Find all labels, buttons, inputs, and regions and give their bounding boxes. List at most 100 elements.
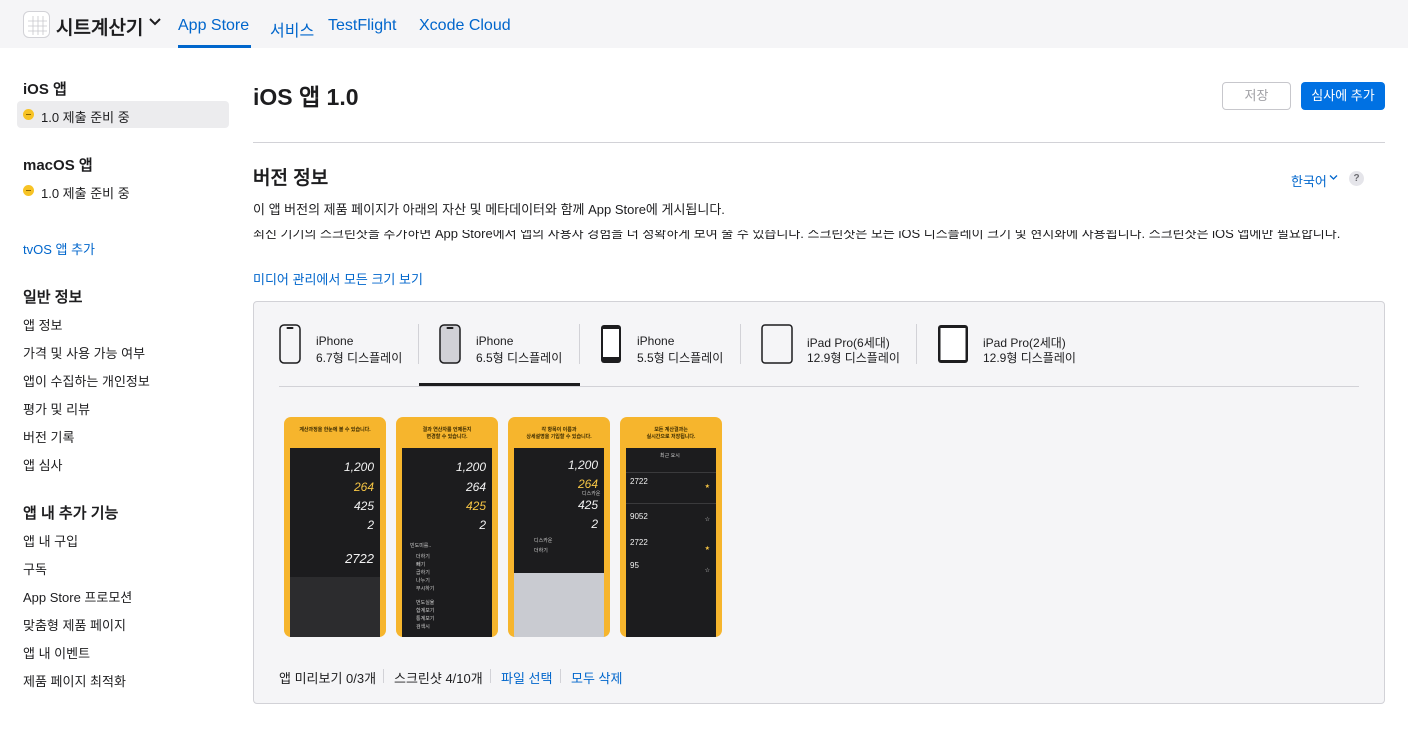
language-select[interactable]: 한국어: [1291, 171, 1327, 190]
screenshot-caption: 계산과정을 한눈에 볼 수 있습니다.: [299, 427, 371, 433]
submit-for-review-button[interactable]: 심사에 추가: [1301, 82, 1385, 110]
tab-label: iPhone: [316, 334, 354, 348]
screenshot-note-text: 최신 기기의 스크린샷을 추가하면 App Store에서 앱의 사용자 경험을…: [253, 230, 1341, 241]
menu-item: 번도실율: [416, 600, 435, 606]
history-value: 95: [630, 561, 639, 570]
menu-item: 합계보기: [416, 608, 435, 614]
item-note: 디스카운: [582, 491, 601, 497]
nav-app-store[interactable]: App Store: [178, 17, 249, 35]
calc-value: 2: [591, 517, 598, 531]
menu-item: 빈도미를..: [410, 543, 432, 549]
sidebar-ios-heading: iOS 앱: [23, 81, 67, 98]
chevron-down-icon[interactable]: [1329, 174, 1338, 181]
sidebar-item-subscriptions[interactable]: 구독: [23, 559, 47, 578]
sidebar-item-version-history[interactable]: 버전 기록: [23, 427, 74, 446]
screenshot-note: 최신 기기의 스크린샷을 추가하면 App Store에서 앱의 사용자 경험을…: [253, 230, 1385, 245]
calc-value: 264: [577, 477, 598, 491]
menu-item: 디스카운: [534, 538, 553, 544]
calc-value: 425: [465, 499, 486, 513]
sidebar-item-macos-version[interactable]: 1.0 제출 준비 중: [41, 183, 130, 202]
sidebar-item-events[interactable]: 앱 내 이벤트: [23, 643, 90, 662]
calc-value: 264: [353, 480, 374, 494]
tab-sublabel: 5.5형 디스플레이: [637, 351, 724, 365]
tab-iphone-65[interactable]: iPhone 6.5형 디스플레이: [419, 320, 580, 384]
calc-value: 1,200: [455, 460, 486, 474]
star-icon: ★: [704, 546, 710, 552]
media-manager-link[interactable]: 미디어 관리에서 모든 크기 보기: [253, 269, 423, 288]
tab-active-indicator: [419, 383, 580, 386]
sidebar-iap-heading: 앱 내 추가 기능: [23, 505, 119, 522]
tab-iphone-55[interactable]: iPhone 5.5형 디스플레이: [580, 320, 741, 384]
nav-testflight[interactable]: TestFlight: [328, 17, 396, 35]
menu-item: 무시하기: [416, 586, 435, 592]
sidebar-item-privacy[interactable]: 앱이 수집하는 개인정보: [23, 371, 150, 390]
delete-all-button[interactable]: 모두 삭제: [571, 668, 622, 687]
status-dot-icon: [23, 109, 34, 120]
header-divider: [253, 142, 1385, 143]
sidebar-item-ratings[interactable]: 평가 및 리뷰: [23, 399, 90, 418]
page-title: iOS 앱 1.0: [253, 84, 359, 110]
tab-ipad-pro-6[interactable]: iPad Pro(6세대) 12.9형 디스플레이: [741, 320, 916, 384]
calc-value: 425: [577, 498, 598, 512]
history-value: 9052: [630, 512, 648, 521]
menu-item: 곱하기: [416, 570, 430, 576]
sidebar-item-iap[interactable]: 앱 내 구입: [23, 531, 78, 550]
sidebar-item-label[interactable]: 1.0 제출 준비 중: [41, 107, 130, 126]
screenshot-thumbnail[interactable]: 계산과정을 한눈에 볼 수 있습니다. 1,200 264 425 2 2722: [284, 417, 386, 637]
calc-value: 2: [367, 518, 374, 532]
menu-item: 나누기: [416, 578, 430, 584]
iphone-icon: [601, 325, 621, 363]
star-icon: ★: [704, 484, 710, 490]
screenshot-thumbnail[interactable]: 각 항목이 이름과 상세설명을 기입할 수 있습니다. 1,200 264 디스…: [508, 417, 610, 637]
screenshot-screen: 최근 요시 2722 ★ 9052 ☆ 2722 ★ 95 ☆: [626, 448, 716, 637]
tab-sublabel: 12.9형 디스플레이: [807, 351, 900, 365]
nav-services[interactable]: 서비스: [270, 17, 314, 41]
save-button[interactable]: 저장: [1222, 82, 1291, 110]
screenshot-thumbnail[interactable]: 모든 계산결과는 실시간으로 저장됩니다. 최근 요시 2722 ★ 9052 …: [620, 417, 722, 637]
screen-header: 최근 요시: [660, 453, 680, 459]
sidebar-macos-heading: macOS 앱: [23, 157, 93, 174]
menu-item: 더하기: [416, 554, 430, 560]
sidebar-item-pricing[interactable]: 가격 및 사용 가능 여부: [23, 343, 145, 362]
chevron-down-icon[interactable]: [148, 17, 162, 27]
nav-active-indicator: [178, 45, 251, 48]
screenshot-screen: 1,200 264 425 2 빈도미를.. 더하기 빼기 곱하기 나누기 무시…: [402, 448, 492, 637]
section-title: 버전 정보: [253, 168, 329, 189]
screenshot-caption: 각 항목이 이름과 상세설명을 기입할 수 있습니다.: [526, 427, 592, 440]
footer-divider: [560, 669, 561, 683]
choose-file-button[interactable]: 파일 선택: [501, 668, 552, 687]
help-icon[interactable]: ?: [1349, 171, 1364, 186]
tab-sublabel: 6.5형 디스플레이: [476, 351, 563, 365]
calc-total: 2722: [345, 551, 374, 566]
iphone-icon: [279, 324, 301, 364]
sidebar-item-custom-pages[interactable]: 맞춤형 제품 페이지: [23, 615, 126, 634]
calc-value: 425: [353, 499, 374, 513]
footer-divider: [383, 669, 384, 683]
top-bar: 시트계산기 App Store 서비스 TestFlight Xcode Clo…: [0, 0, 1408, 48]
star-outline-icon: ☆: [704, 568, 710, 574]
sidebar-item-optimization[interactable]: 제품 페이지 최적화: [23, 671, 126, 690]
tab-iphone-67[interactable]: iPhone 6.7형 디스플레이: [279, 320, 419, 384]
menu-item: 통계보기: [416, 616, 435, 622]
screenshot-count: 스크린샷 4/10개: [394, 671, 483, 686]
footer-divider: [490, 669, 491, 683]
tab-sublabel: 6.7형 디스플레이: [316, 351, 403, 365]
menu-item: 더하기: [534, 548, 548, 554]
app-name[interactable]: 시트계산기: [56, 13, 143, 40]
star-outline-icon: ☆: [704, 517, 710, 523]
sidebar-item-app-info[interactable]: 앱 정보: [23, 315, 63, 334]
tabs-baseline: [279, 386, 1359, 387]
tab-sublabel: 12.9형 디스플레이: [983, 351, 1076, 365]
add-tvos-link[interactable]: tvOS 앱 추가: [23, 239, 95, 258]
tab-ipad-pro-2[interactable]: iPad Pro(2세대) 12.9형 디스플레이: [917, 320, 1092, 384]
history-value: 2722: [630, 477, 648, 486]
screenshot-thumbnail[interactable]: 결과 연산자를 언제든지 변경할 수 있습니다. 1,200 264 425 2…: [396, 417, 498, 637]
calc-value: 1,200: [343, 460, 374, 474]
sidebar-general-heading: 일반 정보: [23, 289, 83, 306]
sidebar-item-promotions[interactable]: App Store 프로모션: [23, 587, 132, 606]
grid-app-icon[interactable]: [23, 11, 50, 38]
screenshot-caption: 결과 연산자를 언제든지 변경할 수 있습니다.: [422, 427, 472, 440]
menu-item: 검색시: [416, 624, 430, 630]
nav-xcode-cloud[interactable]: Xcode Cloud: [419, 17, 511, 35]
sidebar-item-app-review[interactable]: 앱 심사: [23, 455, 63, 474]
